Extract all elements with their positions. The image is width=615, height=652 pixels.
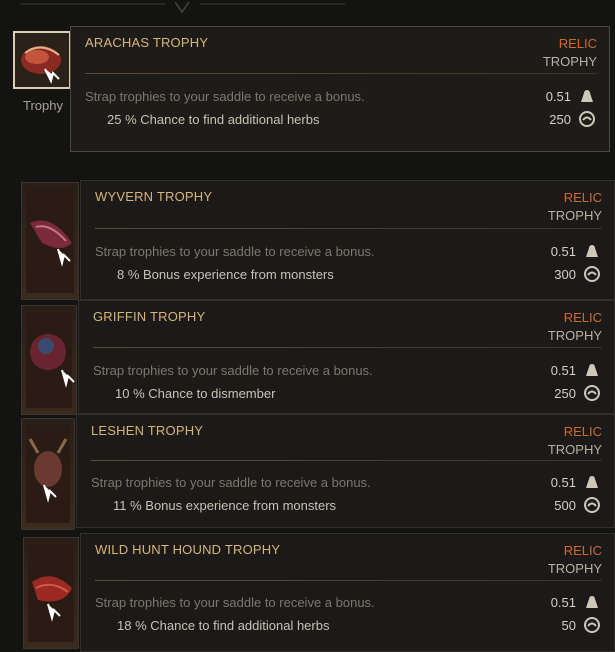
crowns-icon (584, 497, 600, 513)
weight-value: 0.51 (550, 594, 576, 610)
item-title: WILD HUNT HOUND TROPHY (95, 542, 281, 557)
crowns-value: 50 (561, 617, 576, 633)
weight-stat: 0.51 (546, 88, 595, 104)
item-rarity-block: RELIC TROPHY (543, 35, 597, 71)
crowns-value: 250 (549, 111, 571, 127)
weight-icon (586, 245, 598, 257)
item-rarity-block: RELIC TROPHY (548, 189, 602, 225)
crowns-icon (584, 266, 600, 282)
tooltip-card-leshen: LESHEN TROPHY RELIC TROPHY Strap trophie… (76, 414, 615, 528)
value-stat: 50 (562, 617, 600, 633)
item-description: Strap trophies to your saddle to receive… (91, 475, 371, 490)
item-title: WYVERN TROPHY (95, 189, 213, 204)
item-type: TROPHY (547, 561, 602, 576)
tooltip-card-griffin: GRIFFIN TROPHY RELIC TROPHY Strap trophi… (78, 300, 615, 414)
tooltip-card-arachas: ARACHAS TROPHY RELIC TROPHY Strap trophi… (70, 26, 610, 152)
griffin-trophy-icon (26, 312, 75, 408)
trophy-slot-leshen[interactable] (21, 418, 75, 530)
item-bonus: 10 % Chance to dismember (115, 386, 276, 401)
item-title: GRIFFIN TROPHY (93, 309, 206, 324)
item-rarity: RELIC (558, 36, 597, 51)
slot-caption: Trophy (23, 98, 63, 113)
wild-hunt-hound-trophy-icon (28, 544, 74, 642)
item-title: LESHEN TROPHY (91, 423, 204, 438)
weight-value: 0.51 (545, 88, 571, 104)
item-rarity: RELIC (563, 424, 602, 439)
divider (95, 228, 602, 229)
item-rarity-block: RELIC TROPHY (548, 423, 602, 459)
item-bonus: 8 % Bonus experience from monsters (117, 267, 334, 282)
item-type: TROPHY (542, 54, 597, 69)
item-bonus: 11 % Bonus experience from monsters (113, 498, 337, 513)
weight-value: 0.51 (550, 474, 576, 490)
tooltip-card-wild-hunt-hound: WILD HUNT HOUND TROPHY RELIC TROPHY Stra… (80, 533, 615, 652)
crowns-value: 500 (554, 497, 576, 513)
item-type: TROPHY (547, 328, 602, 343)
trophy-slot-griffin[interactable] (21, 305, 77, 415)
top-ornament (20, 1, 345, 14)
crowns-value: 250 (554, 385, 576, 401)
item-type: TROPHY (547, 442, 602, 457)
item-type: TROPHY (547, 208, 602, 223)
weight-stat: 0.51 (551, 594, 600, 610)
item-rarity-block: RELIC TROPHY (548, 309, 602, 345)
tooltip-card-wyvern: WYVERN TROPHY RELIC TROPHY Strap trophie… (80, 180, 615, 300)
value-stat: 250 (549, 111, 595, 127)
weight-icon (586, 596, 598, 608)
leshen-trophy-icon (26, 425, 70, 523)
item-title: ARACHAS TROPHY (85, 35, 209, 50)
crowns-icon (584, 385, 600, 401)
value-stat: 250 (554, 385, 600, 401)
weight-value: 0.51 (550, 243, 576, 259)
weight-icon (586, 364, 598, 376)
value-stat: 500 (554, 497, 600, 513)
item-rarity: RELIC (563, 310, 602, 325)
arachas-trophy-icon (21, 46, 61, 84)
crowns-icon (584, 617, 600, 633)
crowns-value: 300 (554, 266, 576, 282)
weight-stat: 0.51 (551, 362, 600, 378)
weight-stat: 0.51 (551, 474, 600, 490)
divider (91, 460, 602, 461)
value-stat: 300 (554, 266, 600, 282)
item-description: Strap trophies to your saddle to receive… (95, 244, 375, 259)
trophy-slot-selected[interactable] (13, 31, 71, 89)
weight-icon (586, 476, 598, 488)
item-description: Strap trophies to your saddle to receive… (95, 595, 375, 610)
item-bonus: 25 % Chance to find additional herbs (107, 112, 320, 127)
item-description: Strap trophies to your saddle to receive… (93, 363, 373, 378)
divider (95, 580, 602, 581)
weight-icon (581, 90, 593, 102)
divider (85, 73, 597, 74)
trophy-slot-wild-hunt-hound[interactable] (23, 537, 79, 649)
item-description: Strap trophies to your saddle to receive… (85, 89, 365, 104)
item-rarity: RELIC (563, 543, 602, 558)
divider (93, 347, 602, 348)
item-rarity: RELIC (563, 190, 602, 205)
weight-stat: 0.51 (551, 243, 600, 259)
item-rarity-block: RELIC TROPHY (548, 542, 602, 578)
wyvern-trophy-icon (26, 189, 74, 293)
item-bonus: 18 % Chance to find additional herbs (117, 618, 330, 633)
weight-value: 0.51 (550, 362, 576, 378)
trophy-slot-wyvern[interactable] (21, 182, 79, 300)
crowns-icon (579, 111, 595, 127)
